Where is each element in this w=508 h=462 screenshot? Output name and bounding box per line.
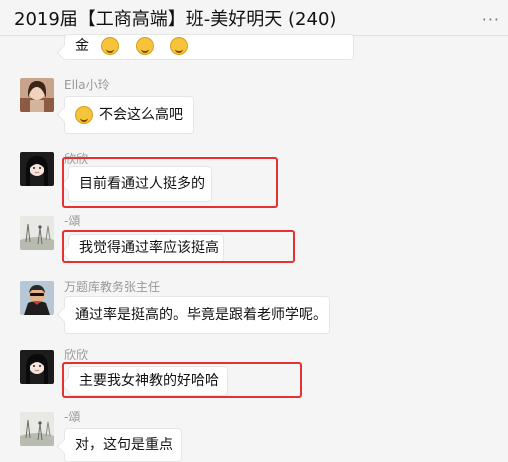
sender-name: 欣欣 [64,348,89,362]
message-text: 不会这么高吧 [99,107,183,123]
avatar[interactable] [20,350,54,384]
message-bubble[interactable]: 我觉得通过率应该挺高 [68,234,224,262]
message-bubble[interactable]: 主要我女神教的好哈哈 [68,366,228,396]
avatar[interactable] [20,78,54,112]
sender-name: 欣欣 [64,152,89,166]
message-text: 目前看通过人挺多的 [79,176,205,192]
laugh-emoji-icon [101,37,120,55]
message-bubble[interactable]: 目前看通过人挺多的 [68,166,212,202]
laugh-cry-emoji-icon [75,106,93,124]
laugh-emoji-icon [170,37,189,55]
sender-name: 万题库教务张主任 [64,280,161,294]
message-text: 主要我女神教的好哈哈 [79,373,219,389]
more-dots-icon[interactable]: ··· [482,10,500,29]
message-bubble[interactable]: 通过率是挺高的。毕竟是跟着老师学呢。 [64,296,330,334]
chat-title: 2019届【工商高端】班-美好明天 (240) [14,9,337,30]
avatar[interactable] [20,216,54,250]
message-bubble[interactable]: 不会这么高吧 [64,96,194,134]
message-bubble[interactable]: 金 [64,34,354,60]
message-text: 通过率是挺高的。毕竟是跟着老师学呢。 [75,307,327,323]
sender-name: Ella小玲 [64,78,110,92]
message-text: 我觉得通过率应该挺高 [79,240,219,256]
avatar[interactable] [20,412,54,446]
sender-name: -頌 [64,214,81,228]
avatar[interactable] [20,152,54,186]
message-text: 金 [75,38,89,54]
message-text: 对，这句是重点 [75,437,173,453]
message-bubble[interactable]: 对，这句是重点 [64,428,182,462]
chat-header: 2019届【工商高端】班-美好明天 (240) ··· [0,0,508,36]
laugh-emoji-icon [135,37,154,55]
avatar[interactable] [20,281,54,315]
sender-name: -頌 [64,410,81,424]
